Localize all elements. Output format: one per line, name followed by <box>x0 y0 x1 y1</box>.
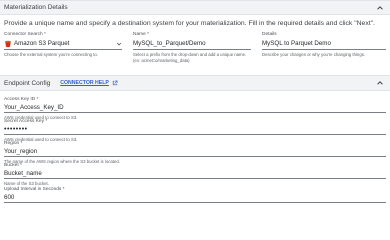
connector-search-hint: Choose the external system you're connec… <box>4 52 98 57</box>
details-input[interactable]: MySQL to Parquet Demo <box>262 38 386 50</box>
upload-interval-label: Upload Interval in Seconds * <box>4 187 65 192</box>
upload-interval-group: Upload Interval in Seconds * 600 <box>4 187 386 203</box>
bucket-group: Bucket * Bucket_name Name of the S3 buck… <box>4 163 386 186</box>
name-hint: Select a prefix from the drop-down and a… <box>133 52 247 63</box>
endpoint-config-header[interactable]: Endpoint Config CONNECTOR HELP <box>0 75 390 91</box>
connector-search-group: Connector Search * Amazon S3 Parquet Cho… <box>4 32 122 57</box>
name-input[interactable]: MySQL_to_Parquet/Demo <box>133 38 251 50</box>
details-label: Details <box>262 32 277 37</box>
external-link-icon <box>112 80 118 86</box>
chevron-up-icon[interactable] <box>376 79 384 87</box>
region-input[interactable]: Your_region <box>4 147 386 157</box>
details-hint: Describe your changes or why you're chan… <box>262 52 366 57</box>
bucket-label: Bucket * <box>4 163 22 168</box>
region-group: Region * Your_region The name of the AWS… <box>4 141 386 164</box>
chevron-up-icon[interactable] <box>376 4 384 12</box>
access-key-id-input[interactable]: Your_Access_Key_ID <box>4 103 386 113</box>
secret-access-key-label: Secret Access Key * <box>4 119 48 124</box>
bucket-hint: Name of the S3 bucket. <box>4 181 49 186</box>
materialization-details-header[interactable]: Materialization Details <box>0 0 390 15</box>
connector-search-label: Connector Search * <box>4 32 46 37</box>
connector-search-value: Amazon S3 Parquet <box>14 40 70 47</box>
name-group: Name * MySQL_to_Parquet/Demo Select a pr… <box>133 32 251 63</box>
chevron-down-icon[interactable] <box>116 41 122 47</box>
bucket-input[interactable]: Bucket_name <box>4 169 386 179</box>
access-key-id-label: Access Key ID * <box>4 97 39 102</box>
secret-access-key-input[interactable]: •••••••• <box>4 125 386 135</box>
connector-help-label: CONNECTOR HELP <box>60 80 109 86</box>
connector-search-input[interactable]: Amazon S3 Parquet <box>4 38 122 50</box>
s3-bucket-icon <box>5 40 11 47</box>
section-title: Endpoint Config <box>4 79 51 87</box>
secret-access-key-group: Secret Access Key * •••••••• AWS credent… <box>4 119 386 142</box>
connector-help-link[interactable]: CONNECTOR HELP <box>60 80 118 86</box>
region-label: Region * <box>4 141 23 146</box>
intro-text: Provide a unique name and specify a dest… <box>4 20 375 27</box>
name-label: Name * <box>133 32 149 37</box>
upload-interval-input[interactable]: 600 <box>4 193 386 203</box>
access-key-id-group: Access Key ID * Your_Access_Key_ID AWS c… <box>4 97 386 120</box>
section-title: Materialization Details <box>4 4 68 11</box>
details-group: Details MySQL to Parquet Demo Describe y… <box>262 32 386 57</box>
